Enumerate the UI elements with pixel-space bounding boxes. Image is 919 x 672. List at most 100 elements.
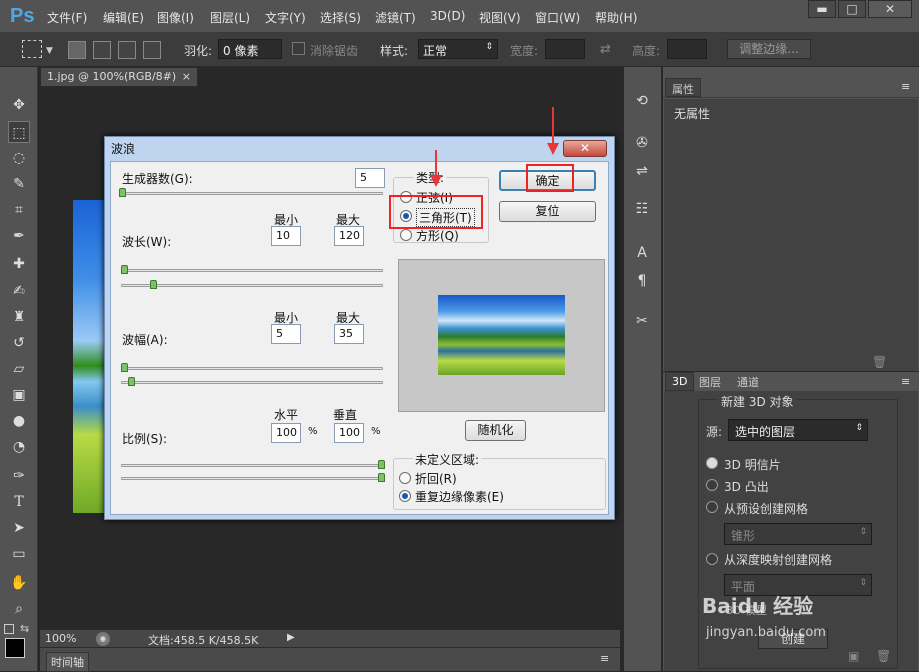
- character-panel-icon[interactable]: A: [631, 242, 653, 264]
- menu-type[interactable]: 文字(Y): [265, 9, 306, 26]
- preset-select[interactable]: 锥形 ⇕: [724, 523, 872, 545]
- option-depth-map[interactable]: 从深度映射创建网格: [724, 551, 832, 568]
- foreground-color-swatch[interactable]: [5, 638, 25, 658]
- clone-stamp-icon[interactable]: ♜: [8, 306, 30, 328]
- amplitude-max-slider-track[interactable]: [121, 381, 383, 384]
- height-input[interactable]: [667, 39, 707, 59]
- type-square-radio[interactable]: [400, 229, 412, 241]
- crop-tool-icon[interactable]: ⌗: [8, 199, 30, 221]
- width-input[interactable]: [545, 39, 585, 59]
- radio-depth-map[interactable]: [706, 553, 718, 565]
- blur-tool-icon[interactable]: ●: [8, 410, 30, 432]
- trash-icon[interactable]: 🗑: [872, 355, 887, 369]
- document-tab[interactable]: 1.jpg @ 100%(RGB/8#) ×: [40, 67, 198, 87]
- wavelength-max-slider-thumb[interactable]: [150, 280, 157, 289]
- generators-input[interactable]: 5: [355, 168, 385, 188]
- wavelength-min-input[interactable]: 10: [271, 226, 301, 246]
- type-tool-icon[interactable]: T: [8, 491, 30, 513]
- radio-postcard[interactable]: [706, 457, 718, 469]
- repeat-edge-radio[interactable]: [399, 490, 411, 502]
- amplitude-min-slider-track[interactable]: [121, 367, 383, 370]
- option-extrude[interactable]: 3D 凸出: [724, 478, 769, 495]
- zoom-tool-icon[interactable]: ⌕: [8, 598, 30, 620]
- adjustments-panel-icon[interactable]: ⇌: [631, 160, 653, 182]
- swap-icon[interactable]: ⇄: [600, 42, 611, 57]
- dialog-close-button[interactable]: ✕: [563, 140, 607, 157]
- repeat-edge-label[interactable]: 重复边缘像素(E): [415, 488, 504, 505]
- scale-h-slider-track[interactable]: [121, 464, 383, 467]
- add-selection-icon[interactable]: [93, 41, 111, 59]
- scale-vertical-input[interactable]: 100: [334, 423, 364, 443]
- generators-slider-thumb[interactable]: [119, 188, 126, 197]
- close-icon[interactable]: ×: [182, 70, 191, 83]
- wrap-around-radio[interactable]: [399, 472, 411, 484]
- menu-window[interactable]: 窗口(W): [535, 9, 580, 26]
- amplitude-max-slider-thumb[interactable]: [128, 377, 135, 386]
- healing-brush-icon[interactable]: ✚: [8, 253, 30, 275]
- history-panel-icon[interactable]: ⟲: [631, 90, 653, 112]
- menu-select[interactable]: 选择(S): [320, 9, 361, 26]
- menu-file[interactable]: 文件(F): [47, 9, 87, 26]
- style-select[interactable]: 正常 ⇕: [418, 39, 498, 59]
- lasso-tool-icon[interactable]: ◌: [8, 147, 30, 169]
- move-tool-icon[interactable]: ✥: [8, 94, 30, 116]
- new-item-icon[interactable]: ▣: [848, 649, 859, 663]
- eyedropper-tool-icon[interactable]: ✒: [8, 225, 30, 247]
- menu-3d[interactable]: 3D(D): [430, 9, 465, 23]
- refine-edge-button[interactable]: 调整边缘...: [727, 39, 811, 59]
- shape-tool-icon[interactable]: ▭: [8, 543, 30, 565]
- option-preset-mesh[interactable]: 从预设创建网格: [724, 500, 808, 517]
- hand-tool-icon[interactable]: ✋: [8, 572, 30, 594]
- swap-colors-icon[interactable]: ⇆: [20, 622, 29, 635]
- source-select[interactable]: 选中的图层 ⇕: [728, 419, 868, 441]
- radio-extrude[interactable]: [706, 479, 718, 491]
- chevron-down-icon[interactable]: ▼: [46, 46, 53, 56]
- marquee-tool-icon[interactable]: [22, 40, 42, 58]
- wrap-around-label[interactable]: 折回(R): [415, 470, 457, 487]
- tab-channels[interactable]: 通道: [731, 372, 765, 391]
- properties-tab[interactable]: 属性: [665, 78, 701, 97]
- tab-3d[interactable]: 3D: [665, 372, 695, 391]
- path-select-icon[interactable]: ➤: [8, 517, 30, 539]
- wavelength-max-input[interactable]: 120: [334, 226, 364, 246]
- maximize-button[interactable]: □: [838, 0, 866, 18]
- layer-comps-panel-icon[interactable]: ☷: [631, 198, 653, 220]
- actions-panel-icon[interactable]: ✇: [631, 132, 653, 154]
- wavelength-min-slider-track[interactable]: [121, 269, 383, 272]
- scale-v-slider-thumb[interactable]: [378, 473, 385, 482]
- history-brush-icon[interactable]: ↺: [8, 332, 30, 354]
- brush-tool-icon[interactable]: ✍: [8, 280, 30, 302]
- wavelength-max-slider-track[interactable]: [121, 284, 383, 287]
- status-info-icon[interactable]: ◉: [96, 632, 110, 646]
- quick-select-tool-icon[interactable]: ✎: [8, 173, 30, 195]
- amplitude-min-input[interactable]: 5: [271, 324, 301, 344]
- new-selection-icon[interactable]: [68, 41, 86, 59]
- amplitude-min-slider-thumb[interactable]: [121, 363, 128, 372]
- option-postcard[interactable]: 3D 明信片: [724, 456, 781, 473]
- menu-layer[interactable]: 图层(L): [210, 9, 250, 26]
- menu-image[interactable]: 图像(I): [157, 9, 194, 26]
- status-menu-arrow-icon[interactable]: ▶: [287, 632, 295, 643]
- scale-h-slider-thumb[interactable]: [378, 460, 385, 469]
- panel-menu-icon[interactable]: ≡: [901, 375, 910, 388]
- antialias-checkbox[interactable]: [292, 42, 305, 55]
- eraser-tool-icon[interactable]: ▱: [8, 358, 30, 380]
- minimize-button[interactable]: ▬: [808, 0, 836, 18]
- menu-help[interactable]: 帮助(H): [595, 9, 637, 26]
- timeline-tab[interactable]: 时间轴: [46, 652, 89, 672]
- trash-icon[interactable]: 🗑: [876, 649, 891, 663]
- panel-menu-icon[interactable]: ≡: [600, 652, 609, 665]
- reset-button[interactable]: 复位: [499, 201, 596, 222]
- pen-tool-icon[interactable]: ✑: [8, 465, 30, 487]
- randomize-button[interactable]: 随机化: [465, 420, 526, 441]
- menu-filter[interactable]: 滤镜(T): [375, 9, 416, 26]
- close-window-button[interactable]: ✕: [868, 0, 912, 18]
- preview-area[interactable]: [398, 259, 605, 412]
- amplitude-max-input[interactable]: 35: [334, 324, 364, 344]
- feather-input[interactable]: 0 像素: [218, 39, 282, 59]
- scale-v-slider-track[interactable]: [121, 477, 383, 480]
- zoom-level[interactable]: 100%: [45, 632, 76, 645]
- marquee-tool-icon[interactable]: ⬚: [8, 121, 30, 143]
- intersect-selection-icon[interactable]: [143, 41, 161, 59]
- tab-layers[interactable]: 图层: [693, 372, 727, 391]
